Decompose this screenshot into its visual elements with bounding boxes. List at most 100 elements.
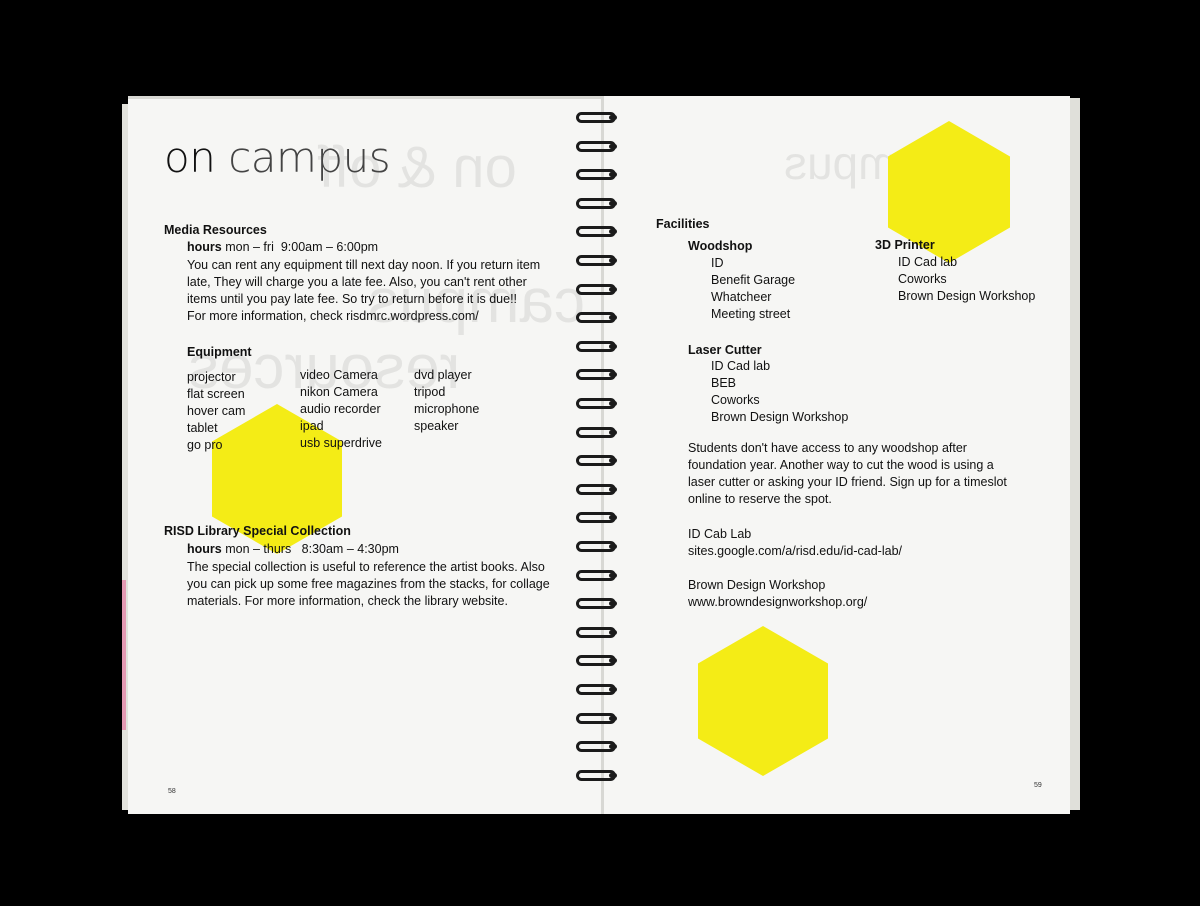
woodshop-item: Benefit Garage — [711, 273, 796, 287]
media-hours-days: mon – fri — [225, 240, 274, 254]
page-number-right: 59 — [1034, 782, 1042, 789]
media-line: late, They will charge you a late fee. A… — [187, 275, 527, 289]
spiral-binding — [576, 108, 622, 808]
spiral-coil — [576, 626, 617, 638]
woodshop-item: Meeting street — [711, 307, 791, 321]
equipment-item: ipad — [300, 419, 324, 433]
spiral-coil — [576, 398, 617, 409]
equipment-item: microphone — [414, 402, 480, 416]
spiral-coil — [576, 741, 617, 753]
library-description: The special collection is useful to refe… — [187, 559, 550, 610]
left-page-edge-tint — [122, 580, 126, 730]
laser-cutter-item: ID Cad lab — [711, 359, 771, 373]
id-cab-lab-block: ID Cab Lab sites.google.com/a/risd.edu/i… — [688, 526, 902, 560]
id-cab-lab-name: ID Cab Lab — [688, 527, 752, 541]
library-heading: RISD Library Special Collection — [164, 524, 351, 538]
laser-cutter-item: BEB — [711, 376, 737, 390]
yellow-hexagon — [698, 626, 828, 776]
spiral-coil — [576, 112, 617, 123]
equipment-column-2: video Camera nikon Camera audio recorder… — [300, 367, 382, 452]
media-description: You can rent any equipment till next day… — [187, 257, 540, 325]
3d-printer-item: Coworks — [898, 272, 947, 286]
equipment-column-3: dvd player tripod microphone speaker — [414, 367, 479, 435]
brown-design-workshop-name: Brown Design Workshop — [688, 578, 826, 592]
spiral-coil — [576, 340, 617, 352]
equipment-item: audio recorder — [300, 402, 381, 416]
page-title-word-1: on — [164, 133, 216, 182]
media-line: items until you pay late fee. So try to … — [187, 292, 518, 306]
woodshop-item: Whatcheer — [711, 290, 772, 304]
spiral-coil — [576, 255, 617, 266]
equipment-item: video Camera — [300, 368, 378, 382]
woodshop-list: ID Benefit Garage Whatcheer Meeting stre… — [711, 255, 795, 323]
woodshop-access-note: Students don't have access to any woodsh… — [688, 440, 1007, 508]
id-cab-lab-url: sites.google.com/a/risd.edu/id-cad-lab/ — [688, 544, 903, 558]
equipment-item: speaker — [414, 419, 459, 433]
library-hours: hours mon – thurs 8:30am – 4:30pm — [187, 541, 399, 558]
left-page: on & off campus resources on campus Medi… — [128, 96, 604, 814]
3d-printer-item: Brown Design Workshop — [898, 289, 1036, 303]
brown-design-workshop-url: www.browndesignworkshop.org/ — [688, 595, 868, 609]
note-line: foundation year. Another way to cut the … — [688, 458, 994, 472]
3d-printer-list: ID Cad lab Coworks Brown Design Workshop — [898, 254, 1035, 305]
spiral-coil — [576, 140, 617, 152]
media-hours-time: 9:00am – 6:00pm — [280, 240, 379, 254]
media-line: For more information, check risdmrc.word… — [187, 309, 479, 323]
equipment-item: go pro — [187, 438, 223, 452]
page-number-left: 58 — [168, 788, 176, 795]
spiral-coil — [576, 512, 617, 524]
page-title: on campus — [164, 133, 391, 182]
brown-design-workshop-block: Brown Design Workshop www.browndesignwor… — [688, 577, 867, 611]
laser-cutter-item: Brown Design Workshop — [711, 410, 849, 424]
spiral-coil — [576, 312, 617, 324]
spiral-coil — [576, 769, 617, 781]
library-line: materials. For more information, check t… — [187, 594, 508, 608]
woodshop-heading: Woodshop — [688, 239, 753, 253]
spiral-coil — [576, 169, 617, 181]
3d-printer-heading: 3D Printer — [875, 238, 935, 252]
spiral-coil — [576, 455, 617, 467]
spiral-coil — [576, 197, 617, 209]
equipment-item: nikon Camera — [300, 385, 378, 399]
spiral-coil — [576, 569, 617, 581]
laser-cutter-item: Coworks — [711, 393, 760, 407]
library-hours-label: hours — [187, 542, 222, 556]
equipment-column-1: projector flat screen hover cam tablet g… — [187, 369, 245, 454]
library-line: you can pick up some free magazines from… — [187, 577, 550, 591]
media-resources-heading: Media Resources — [164, 223, 267, 237]
equipment-item: dvd player — [414, 368, 472, 382]
spiral-coil — [576, 426, 617, 438]
woodshop-item: ID — [711, 256, 724, 270]
right-page: off campus Facilities Woodshop ID Benefi… — [604, 96, 1070, 814]
media-line: You can rent any equipment till next day… — [187, 258, 541, 272]
spiral-coil — [576, 712, 617, 724]
equipment-item: projector — [187, 370, 236, 384]
spiral-coil — [576, 226, 617, 238]
spiral-coil — [576, 283, 617, 295]
laser-cutter-heading: Laser Cutter — [688, 343, 762, 357]
note-line: laser cutter or asking your ID friend. S… — [688, 475, 1007, 489]
spiral-coil — [576, 684, 617, 695]
equipment-item: hover cam — [187, 404, 246, 418]
page-title-word-2: campus — [228, 133, 391, 182]
equipment-item: flat screen — [187, 387, 245, 401]
library-hours-time: 8:30am – 4:30pm — [301, 542, 399, 556]
open-booklet: on & off campus resources on campus Medi… — [0, 0, 1200, 906]
3d-printer-item: ID Cad lab — [898, 255, 958, 269]
library-hours-days: mon – thurs — [225, 542, 292, 556]
spiral-coil — [576, 541, 617, 552]
equipment-heading: Equipment — [187, 345, 252, 359]
note-line: Students don't have access to any woodsh… — [688, 441, 967, 455]
facilities-heading: Facilities — [656, 217, 710, 231]
laser-cutter-list: ID Cad lab BEB Coworks Brown Design Work… — [711, 358, 848, 426]
spiral-coil — [576, 655, 617, 667]
spiral-coil — [576, 483, 617, 495]
equipment-item: tripod — [414, 385, 446, 399]
equipment-item: usb superdrive — [300, 436, 382, 450]
equipment-item: tablet — [187, 421, 218, 435]
spiral-coil — [576, 598, 617, 610]
note-line: online to reserve the spot. — [688, 492, 832, 506]
media-hours-label: hours — [187, 240, 222, 254]
spiral-coil — [576, 369, 617, 381]
media-hours: hours mon – fri 9:00am – 6:00pm — [187, 239, 378, 256]
